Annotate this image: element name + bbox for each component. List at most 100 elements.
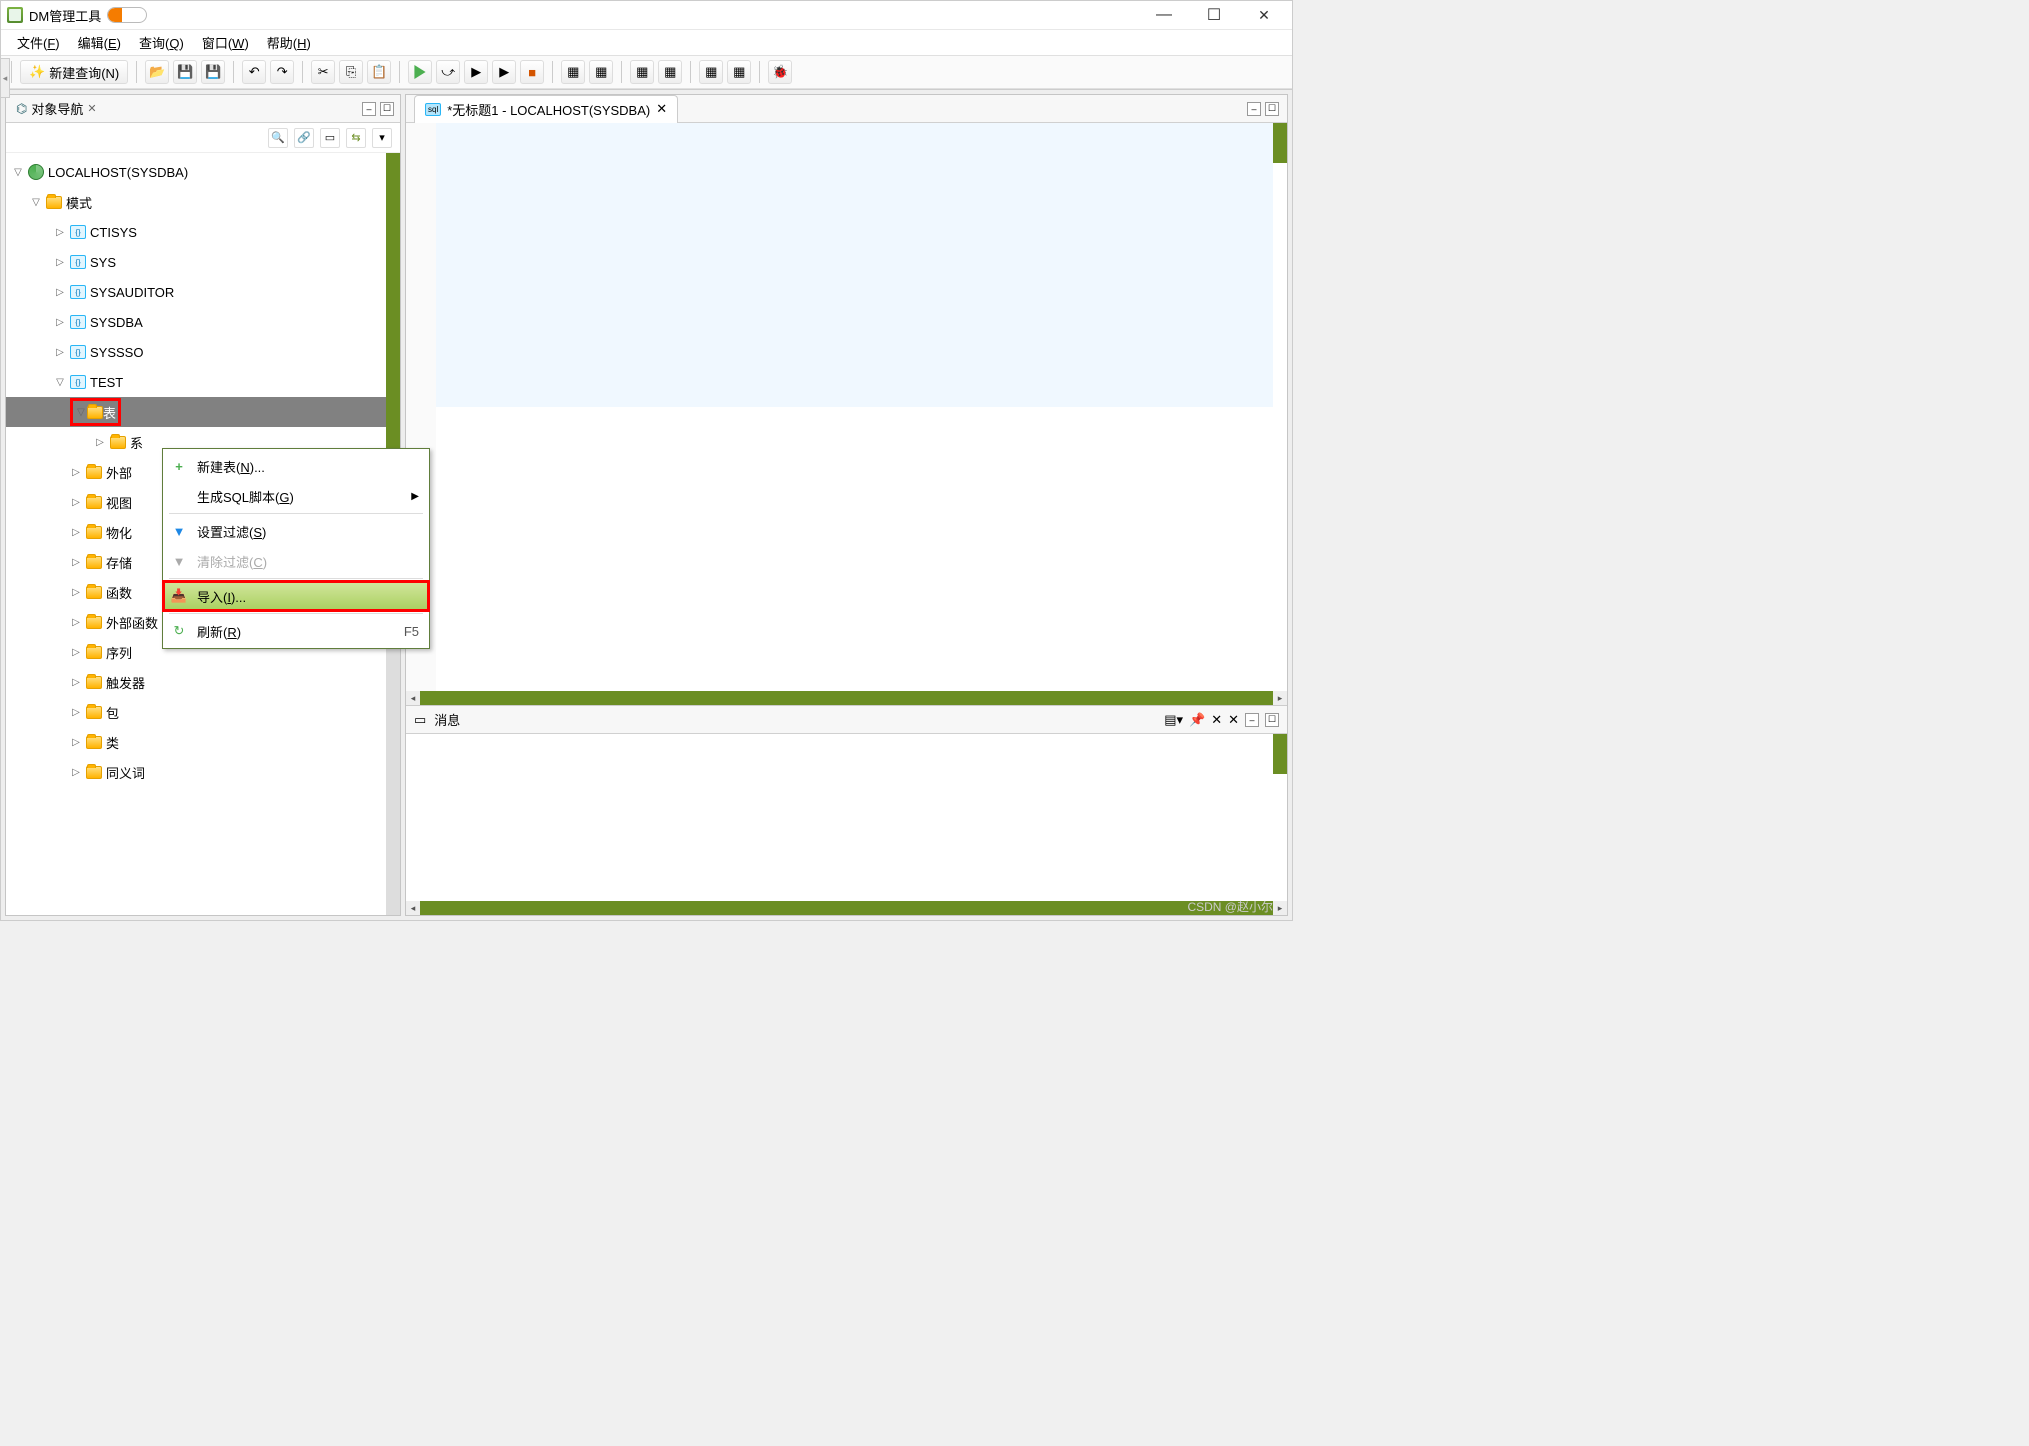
tb-util-1[interactable]: ▦: [561, 60, 585, 84]
ctx-set-filter[interactable]: ▼ 设置过滤(S): [163, 516, 429, 546]
tree-schema-test[interactable]: {}TEST: [6, 367, 386, 397]
stop-button[interactable]: ■: [520, 60, 544, 84]
tree-item[interactable]: 同义词: [6, 757, 386, 787]
expand-toggle[interactable]: [54, 317, 66, 328]
editor-tab-close[interactable]: ✕: [656, 101, 667, 117]
save-button[interactable]: 💾: [173, 60, 197, 84]
expand-toggle[interactable]: [54, 377, 66, 388]
expand-toggle[interactable]: [70, 467, 82, 478]
tree-label: 序列: [106, 643, 132, 662]
cut-button[interactable]: ✂: [311, 60, 335, 84]
tree-schema[interactable]: {}SYSDBA: [6, 307, 386, 337]
msg-filter-button[interactable]: ▤▾: [1164, 712, 1183, 728]
run-script-button[interactable]: ▶: [464, 60, 488, 84]
run-button[interactable]: [408, 60, 432, 84]
messages-scrollbar[interactable]: [1273, 734, 1287, 774]
expand-toggle[interactable]: [70, 557, 82, 568]
tree-schema[interactable]: {}SYSSSO: [6, 337, 386, 367]
menu-edit[interactable]: 编辑(E): [78, 33, 121, 52]
expand-toggle[interactable]: [94, 437, 106, 448]
undo-button[interactable]: ↶: [242, 60, 266, 84]
menu-help[interactable]: 帮助(H): [267, 33, 311, 52]
paste-button[interactable]: 📋: [367, 60, 391, 84]
copy-button[interactable]: ⎘: [339, 60, 363, 84]
editor-scrollbar[interactable]: [1273, 123, 1287, 163]
editor-line[interactable]: [436, 123, 1273, 407]
bug-button[interactable]: 🐞: [768, 60, 792, 84]
util-icon-2: ▦: [595, 64, 607, 80]
menu-window[interactable]: 窗口(W): [202, 33, 249, 52]
tree-schema[interactable]: {}CTISYS: [6, 217, 386, 247]
app-icon: [7, 7, 23, 23]
expand-toggle[interactable]: [70, 527, 82, 538]
ctx-gen-sql[interactable]: 生成SQL脚本(G) ▶: [163, 481, 429, 511]
tree-tables-node[interactable]: 表: [6, 397, 386, 427]
tb-util-6[interactable]: ▦: [727, 60, 751, 84]
msg-close-button[interactable]: ✕: [1228, 712, 1239, 728]
expand-toggle[interactable]: [30, 197, 42, 208]
expand-toggle[interactable]: [75, 407, 87, 418]
open-folder-button[interactable]: 📂: [145, 60, 169, 84]
messages-h-scrollbar[interactable]: ◂▸: [406, 901, 1287, 915]
tree-schema[interactable]: {}SYSAUDITOR: [6, 277, 386, 307]
tree-schema-folder[interactable]: 模式: [6, 187, 386, 217]
tree-item[interactable]: 触发器: [6, 667, 386, 697]
expand-toggle[interactable]: [70, 677, 82, 688]
msg-pin-button[interactable]: 📌: [1189, 712, 1205, 728]
run-selection-button[interactable]: ▶: [492, 60, 516, 84]
minimize-button[interactable]: —: [1142, 1, 1186, 29]
new-query-button[interactable]: ✨ 新建查询(N): [20, 60, 128, 84]
tree-schema[interactable]: {}SYS: [6, 247, 386, 277]
expand-toggle[interactable]: [70, 647, 82, 658]
tree-item[interactable]: 包: [6, 697, 386, 727]
nav-tab[interactable]: ⌬ 对象导航 ✕: [12, 99, 101, 118]
dropdown-toggle[interactable]: ▾: [372, 128, 392, 148]
expand-toggle[interactable]: [54, 257, 66, 268]
minimize-panel-button[interactable]: ‒: [362, 102, 376, 116]
tree-root[interactable]: LOCALHOST(SYSDBA): [6, 157, 386, 187]
link-icon-button[interactable]: 🔗: [294, 128, 314, 148]
ctx-import[interactable]: 📥 导入(I)...: [163, 581, 429, 611]
nav-tab-close[interactable]: ✕: [87, 102, 96, 115]
editor-min-button[interactable]: ‒: [1247, 102, 1261, 116]
expand-toggle[interactable]: [54, 347, 66, 358]
expand-toggle[interactable]: [70, 497, 82, 508]
expand-toggle[interactable]: [12, 167, 24, 178]
expand-toggle[interactable]: [70, 587, 82, 598]
filter-icon-button[interactable]: 🔍: [268, 128, 288, 148]
collapse-icon-button[interactable]: ▭: [320, 128, 340, 148]
tree-label: 包: [106, 703, 119, 722]
menu-file[interactable]: 文件(F): [17, 33, 60, 52]
refresh-icon-button[interactable]: ⇆: [346, 128, 366, 148]
expand-toggle[interactable]: [70, 737, 82, 748]
maximize-panel-button[interactable]: ☐: [380, 102, 394, 116]
editor-tab[interactable]: sql *无标题1 - LOCALHOST(SYSDBA) ✕: [414, 95, 678, 123]
expand-toggle[interactable]: [70, 767, 82, 778]
tb-util-4[interactable]: ▦: [658, 60, 682, 84]
menu-query[interactable]: 查询(Q): [139, 33, 184, 52]
editor-h-scrollbar[interactable]: ◂▸: [406, 691, 1287, 705]
expand-toggle[interactable]: [54, 287, 66, 298]
debug-button[interactable]: ⤻: [436, 60, 460, 84]
msg-clear-button[interactable]: ✕: [1211, 712, 1222, 728]
sql-editor[interactable]: [406, 123, 1287, 691]
tree-item[interactable]: 类: [6, 727, 386, 757]
redo-button[interactable]: ↷: [270, 60, 294, 84]
tb-util-5[interactable]: ▦: [699, 60, 723, 84]
expand-toggle[interactable]: [70, 617, 82, 628]
left-collapse-handle[interactable]: ◂: [0, 58, 10, 98]
tb-util-3[interactable]: ▦: [630, 60, 654, 84]
save-all-button[interactable]: 💾: [201, 60, 225, 84]
editor-max-button[interactable]: ☐: [1265, 102, 1279, 116]
tb-util-2[interactable]: ▦: [589, 60, 613, 84]
msg-min-button[interactable]: ‒: [1245, 713, 1259, 727]
ctx-clear-filter: ▼ 清除过滤(C): [163, 546, 429, 576]
msg-max-button[interactable]: ☐: [1265, 713, 1279, 727]
ctx-refresh[interactable]: ↻ 刷新(R) F5: [163, 616, 429, 646]
close-button[interactable]: ✕: [1242, 1, 1286, 29]
util-icon-1: ▦: [567, 64, 579, 80]
maximize-button[interactable]: ☐: [1192, 1, 1236, 29]
expand-toggle[interactable]: [54, 227, 66, 238]
ctx-new-table[interactable]: + 新建表(N)...: [163, 451, 429, 481]
expand-toggle[interactable]: [70, 707, 82, 718]
